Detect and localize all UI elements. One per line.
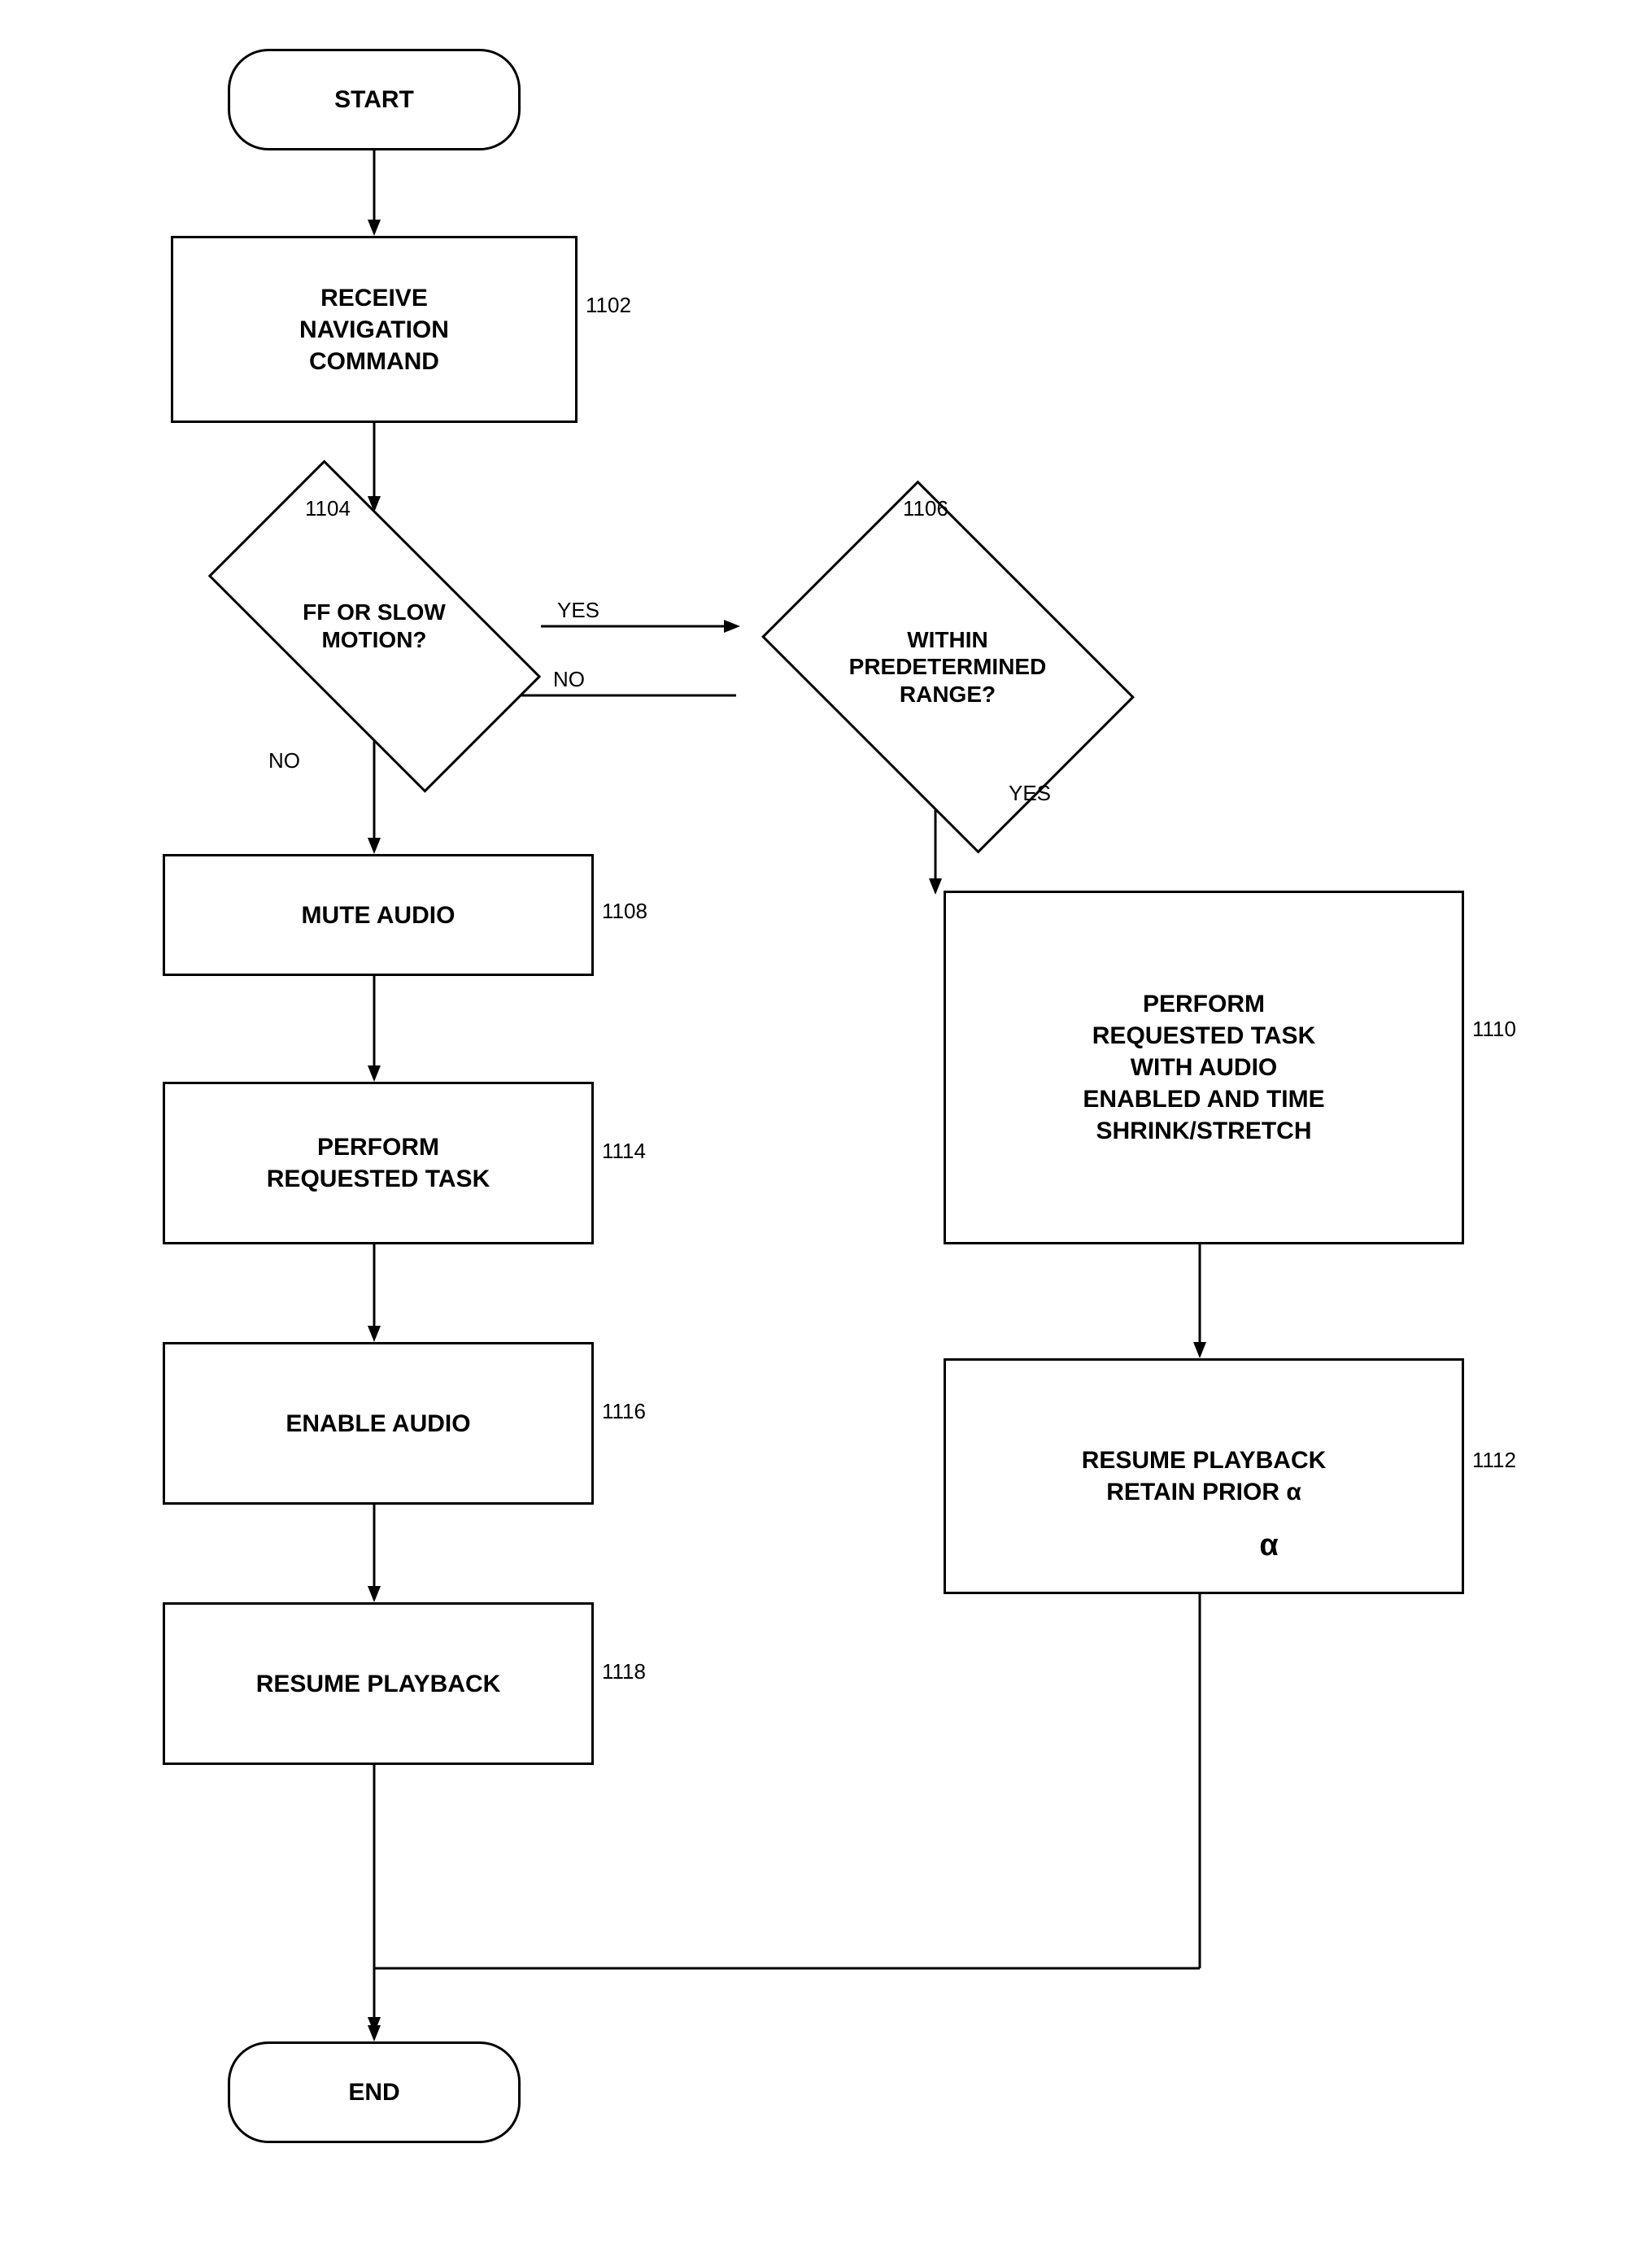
range-decision-shape: WITHIN PREDETERMINED RANGE? bbox=[732, 512, 1163, 821]
yes-label-2: YES bbox=[1009, 781, 1051, 806]
flowchart-diagram: START RECEIVE NAVIGATION COMMAND 1102 FF… bbox=[0, 0, 1652, 2244]
perform-task-right-shape: PERFORM REQUESTED TASK WITH AUDIO ENABLE… bbox=[944, 891, 1464, 1244]
ref-1118: 1118 bbox=[602, 1659, 646, 1684]
perform-task-left-shape: PERFORM REQUESTED TASK bbox=[163, 1082, 594, 1244]
ref-1108: 1108 bbox=[602, 899, 647, 924]
alpha-symbol: α bbox=[1244, 1521, 1293, 1570]
no-label-1: NO bbox=[268, 748, 300, 773]
ref-1112: 1112 bbox=[1472, 1448, 1516, 1473]
ref-1110: 1110 bbox=[1472, 1017, 1516, 1042]
end-shape: END bbox=[228, 2041, 521, 2143]
ref-1102: 1102 bbox=[586, 293, 631, 318]
ref-1104: 1104 bbox=[305, 496, 351, 521]
ref-1106: 1106 bbox=[903, 496, 948, 521]
enable-audio-shape: ENABLE AUDIO bbox=[163, 1342, 594, 1505]
mute-audio-shape: MUTE AUDIO bbox=[163, 854, 594, 976]
receive-navigation-shape: RECEIVE NAVIGATION COMMAND bbox=[171, 236, 578, 423]
no-label-2: NO bbox=[553, 667, 585, 692]
yes-label-1: YES bbox=[557, 598, 599, 623]
resume-playback-left-shape: RESUME PLAYBACK bbox=[163, 1602, 594, 1765]
resume-retain-shape: RESUME PLAYBACK RETAIN PRIOR α bbox=[944, 1358, 1464, 1594]
start-shape: START bbox=[228, 49, 521, 150]
ref-1114: 1114 bbox=[602, 1139, 646, 1164]
ff-decision-shape: FF OR SLOW MOTION? bbox=[159, 512, 590, 740]
ref-1116: 1116 bbox=[602, 1399, 646, 1424]
